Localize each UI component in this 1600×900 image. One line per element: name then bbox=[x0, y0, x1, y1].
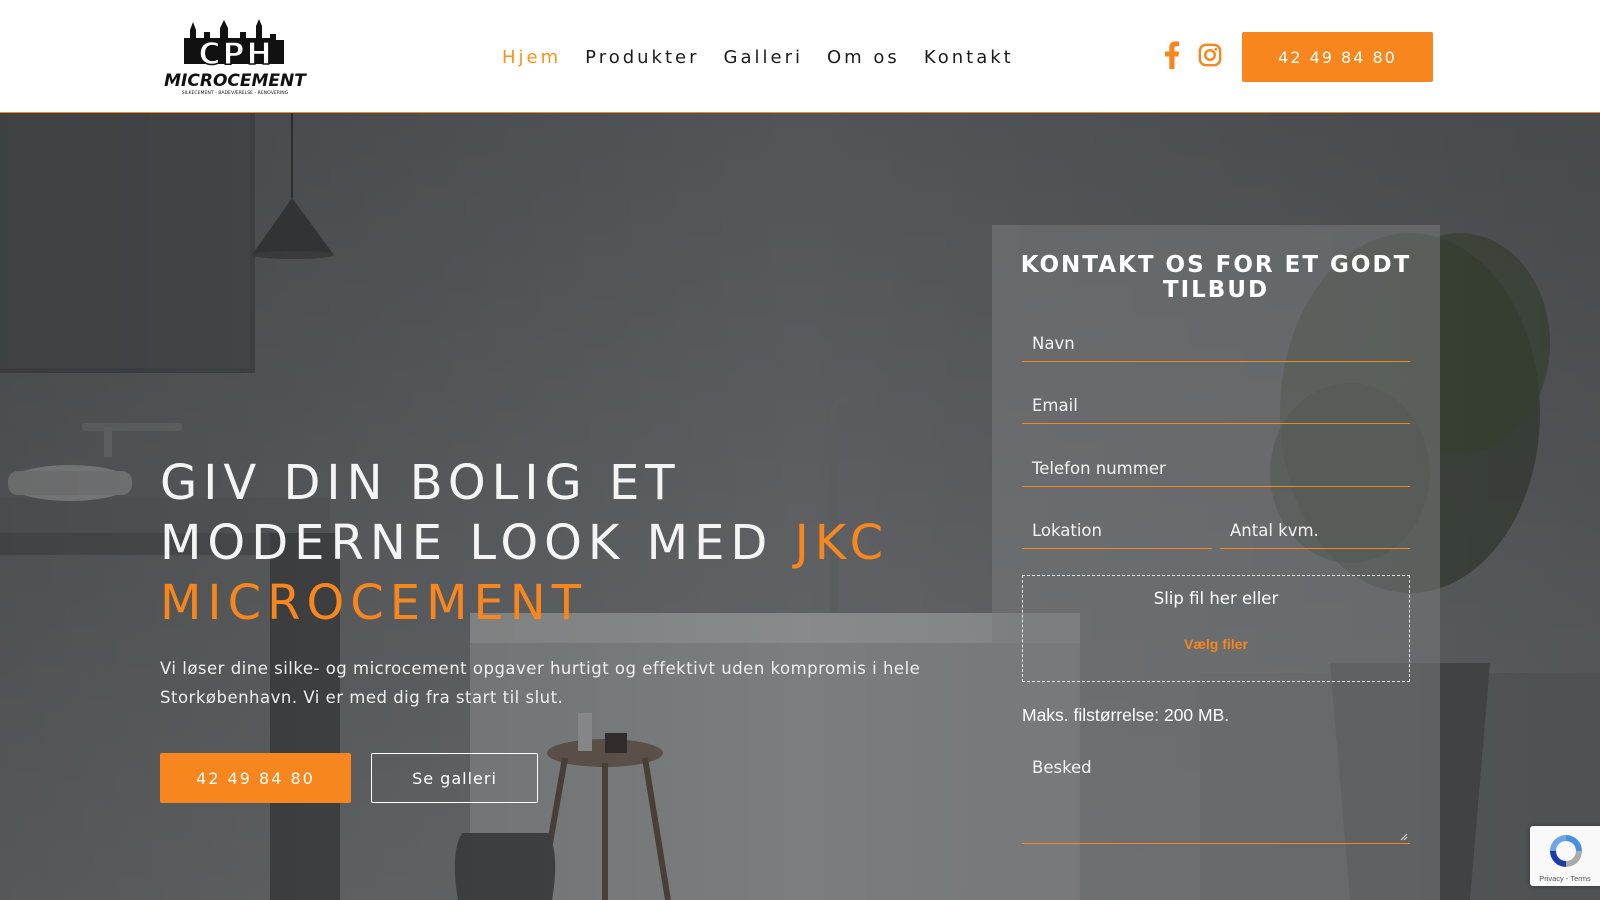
message-placeholder: Besked bbox=[1032, 758, 1092, 777]
email-field[interactable]: Email bbox=[1022, 386, 1410, 424]
max-file-size-text: Maks. filstørrelse: 200 MB. bbox=[1022, 705, 1230, 725]
facebook-icon[interactable] bbox=[1160, 40, 1184, 70]
svg-text:MICROCEMENT: MICROCEMENT bbox=[164, 71, 307, 91]
site-header: CPH MICROCEMENT SILKECEMENT - BADEVÆRELS… bbox=[0, 0, 1600, 113]
svg-text:CPH: CPH bbox=[198, 37, 273, 72]
gallery-button[interactable]: Se galleri bbox=[371, 753, 538, 803]
message-field[interactable]: Besked bbox=[1022, 752, 1410, 844]
hero-subtitle: Vi løser dine silke- og microcement opga… bbox=[160, 659, 921, 707]
recaptcha-badge[interactable]: Privacy - Terms bbox=[1530, 826, 1600, 886]
dropzone-text: Slip fil her eller bbox=[1153, 589, 1279, 608]
call-button-header[interactable]: 42 49 84 80 bbox=[1242, 32, 1433, 82]
recaptcha-links[interactable]: Privacy - Terms bbox=[1530, 874, 1600, 883]
main-nav: Hjem Produkter Galleri Om os Kontakt bbox=[502, 46, 1038, 70]
hero-title-white: GIV DIN BOLIG ET MODERNE LOOK MED bbox=[160, 455, 774, 571]
nav-item-om-os[interactable]: Om os bbox=[827, 46, 900, 70]
nav-item-hjem[interactable]: Hjem bbox=[502, 46, 561, 70]
resize-handle-icon[interactable] bbox=[1400, 833, 1408, 841]
recaptcha-icon bbox=[1550, 835, 1582, 867]
hero-title: GIV DIN BOLIG ET MODERNE LOOK MED JKC MI… bbox=[160, 453, 960, 633]
social-links bbox=[1160, 40, 1236, 70]
contact-form: KONTAKT OS FOR ET GODT TILBUD Navn Email… bbox=[992, 225, 1440, 900]
hero-section: GIV DIN BOLIG ET MODERNE LOOK MED JKC MI… bbox=[0, 113, 1600, 900]
svg-text:SILKECEMENT - BADEVÆRELSE - RE: SILKECEMENT - BADEVÆRELSE - RENOVERING bbox=[182, 90, 289, 96]
phone-field[interactable]: Telefon nummer bbox=[1022, 449, 1410, 487]
call-button-hero[interactable]: 42 49 84 80 bbox=[160, 753, 351, 803]
nav-item-produkter[interactable]: Produkter bbox=[585, 46, 699, 70]
sqm-field[interactable]: Antal kvm. bbox=[1220, 511, 1410, 549]
file-dropzone[interactable]: Slip fil her eller Vælg filer bbox=[1022, 575, 1410, 682]
nav-item-galleri[interactable]: Galleri bbox=[724, 46, 803, 70]
nav-item-kontakt[interactable]: Kontakt bbox=[924, 46, 1014, 70]
form-title: KONTAKT OS FOR ET GODT TILBUD bbox=[1020, 252, 1412, 303]
location-field[interactable]: Lokation bbox=[1022, 511, 1212, 549]
name-field[interactable]: Navn bbox=[1022, 324, 1410, 362]
site-logo[interactable]: CPH MICROCEMENT SILKECEMENT - BADEVÆRELS… bbox=[160, 18, 310, 98]
choose-files-button[interactable]: Vælg filer bbox=[1184, 636, 1248, 652]
instagram-icon[interactable] bbox=[1198, 40, 1222, 70]
